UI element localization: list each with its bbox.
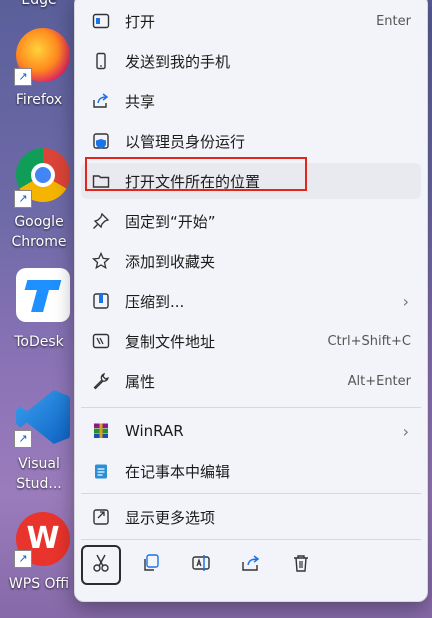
delete-icon	[291, 553, 311, 577]
share-button[interactable]	[231, 545, 271, 585]
menu-item-shortcut: Ctrl+Shift+C	[327, 333, 411, 349]
notepad-icon	[91, 461, 111, 481]
cut-button[interactable]	[81, 545, 121, 585]
desktop-icon-label: Google Chrome	[11, 214, 67, 250]
share-icon	[91, 91, 111, 111]
menu-item-label: 压缩到...	[125, 292, 185, 311]
share-icon	[241, 553, 261, 577]
menu-item-run-as-admin[interactable]: 以管理员身份运行	[81, 123, 421, 159]
menu-item-share[interactable]: 共享	[81, 83, 421, 119]
star-icon	[91, 251, 111, 271]
shortcut-arrow-icon: ↗	[14, 68, 32, 86]
menu-item-winrar[interactable]: WinRAR ›	[81, 413, 421, 449]
rename-icon	[191, 553, 211, 577]
desktop-icons: Edge ↗ Firefox ↗ Google Chrome ToDesk ↗ …	[0, 0, 82, 618]
shortcut-arrow-icon: ↗	[14, 190, 32, 208]
todesk-icon	[16, 268, 70, 322]
menu-separator	[81, 493, 421, 494]
menu-item-properties[interactable]: 属性 Alt+Enter	[81, 363, 421, 399]
menu-item-add-to-favorites[interactable]: 添加到收藏夹	[81, 243, 421, 279]
menu-item-pin-to-start[interactable]: 固定到“开始”	[81, 203, 421, 239]
desktop-icon-label: Edge	[21, 0, 57, 8]
context-menu: 打开 Enter 发送到我的手机 共享 以管理员身份运行 打开文件所在的位置 固…	[74, 0, 428, 602]
menu-item-show-more-options[interactable]: 显示更多选项	[81, 499, 421, 535]
shortcut-arrow-icon: ↗	[14, 430, 32, 448]
rename-button[interactable]	[181, 545, 221, 585]
open-icon	[91, 11, 111, 31]
menu-item-shortcut: Enter	[376, 13, 411, 29]
highlight-box	[85, 157, 307, 191]
menu-item-label: 发送到我的手机	[125, 52, 231, 71]
menu-item-label: 以管理员身份运行	[125, 132, 246, 151]
desktop-icon-label: Firefox	[15, 92, 63, 108]
desktop-icon-label: WPS Offi	[8, 576, 70, 592]
menu-separator	[81, 407, 421, 408]
phone-icon	[91, 51, 111, 71]
menu-item-label: 属性	[125, 372, 156, 391]
wrench-icon	[91, 371, 111, 391]
menu-separator	[81, 539, 421, 540]
cut-icon	[91, 553, 111, 577]
more-options-icon	[91, 507, 111, 527]
menu-item-label: 共享	[125, 92, 156, 111]
menu-item-copy-file-path[interactable]: 复制文件地址 Ctrl+Shift+C	[81, 323, 421, 359]
shield-icon	[91, 131, 111, 151]
menu-item-label: 固定到“开始”	[125, 212, 216, 231]
pin-icon	[91, 211, 111, 231]
copy-icon	[141, 553, 161, 577]
menu-item-label: 复制文件地址	[125, 332, 216, 351]
copy-button[interactable]	[131, 545, 171, 585]
menu-item-label: 添加到收藏夹	[125, 252, 216, 271]
desktop-icon-label: Visual Stud...	[16, 456, 62, 492]
chevron-right-icon: ›	[402, 421, 409, 441]
desktop-icon-label: ToDesk	[14, 334, 64, 350]
winrar-icon	[91, 421, 111, 441]
copy-path-icon	[91, 331, 111, 351]
menu-item-label: 打开	[125, 12, 156, 31]
menu-item-label: 在记事本中编辑	[125, 462, 231, 481]
menu-item-shortcut: Alt+Enter	[347, 373, 411, 389]
delete-button[interactable]	[281, 545, 321, 585]
chevron-right-icon: ›	[402, 291, 409, 311]
menu-item-edit-in-notepad[interactable]: 在记事本中编辑	[81, 453, 421, 489]
menu-item-label: WinRAR	[125, 422, 184, 440]
menu-item-compress[interactable]: 压缩到... ›	[81, 283, 421, 319]
quick-action-toolbar	[81, 541, 421, 589]
shortcut-arrow-icon: ↗	[14, 550, 32, 568]
zip-icon	[91, 291, 111, 311]
menu-item-label: 显示更多选项	[125, 508, 216, 527]
menu-item-send-to-phone[interactable]: 发送到我的手机	[81, 43, 421, 79]
menu-item-open[interactable]: 打开 Enter	[81, 3, 421, 39]
